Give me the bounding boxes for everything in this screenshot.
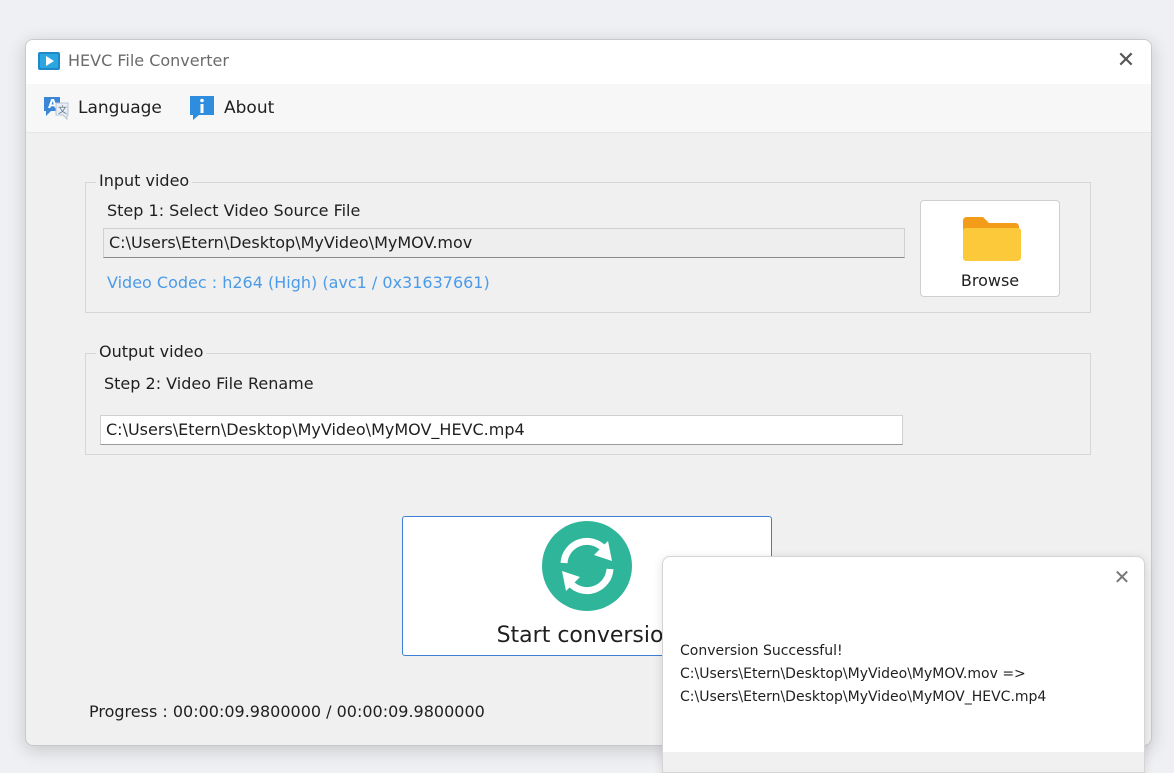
menu-bar: A 文 Language About (26, 84, 1151, 133)
step1-label: Step 1: Select Video Source File (107, 201, 361, 220)
step2-label: Step 2: Video File Rename (104, 374, 314, 393)
menu-language-label: Language (78, 98, 162, 118)
window-title: HEVC File Converter (68, 51, 229, 70)
menu-about[interactable]: About (188, 93, 274, 123)
close-icon[interactable]: ✕ (1112, 565, 1132, 589)
title-bar: HEVC File Converter ✕ (26, 40, 1151, 84)
output-video-group: Output video Step 2: Video File Rename C… (85, 342, 1091, 455)
browse-label: Browse (960, 271, 1020, 290)
notification-line-1: Conversion Successful! (680, 643, 843, 659)
menu-about-label: About (224, 98, 275, 118)
input-video-group: Input video Step 1: Select Video Source … (85, 171, 1091, 313)
input-video-title: Input video (96, 171, 193, 190)
translate-icon: A 文 (44, 97, 69, 121)
output-video-title: Output video (96, 342, 207, 361)
output-path-field[interactable]: C:\Users\Etern\Desktop\MyVideo\MyMOV_HEV… (100, 415, 903, 445)
svg-text:文: 文 (58, 104, 67, 116)
notification-line-2: C:\Users\Etern\Desktop\MyVideo\MyMOV.mov… (680, 666, 1026, 682)
notification-line-3: C:\Users\Etern\Desktop\MyVideo\MyMOV_HEV… (680, 689, 1047, 705)
notification-popup: ✕ Conversion Successful! C:\Users\Etern\… (662, 556, 1145, 773)
close-icon[interactable]: ✕ (1115, 50, 1137, 72)
video-play-icon (38, 52, 60, 70)
codec-info: Video Codec : h264 (High) (avc1 / 0x3163… (107, 273, 490, 292)
info-icon (190, 96, 214, 120)
source-path-field[interactable]: C:\Users\Etern\Desktop\MyVideo\MyMOV.mov (103, 228, 905, 258)
menu-language[interactable]: A 文 Language (42, 93, 162, 123)
notification-footer (663, 752, 1144, 772)
browse-button[interactable]: Browse (920, 200, 1060, 297)
folder-icon (963, 217, 1021, 261)
progress-text: Progress : 00:00:09.9800000 / 00:00:09.9… (89, 702, 485, 721)
refresh-icon (542, 521, 632, 611)
